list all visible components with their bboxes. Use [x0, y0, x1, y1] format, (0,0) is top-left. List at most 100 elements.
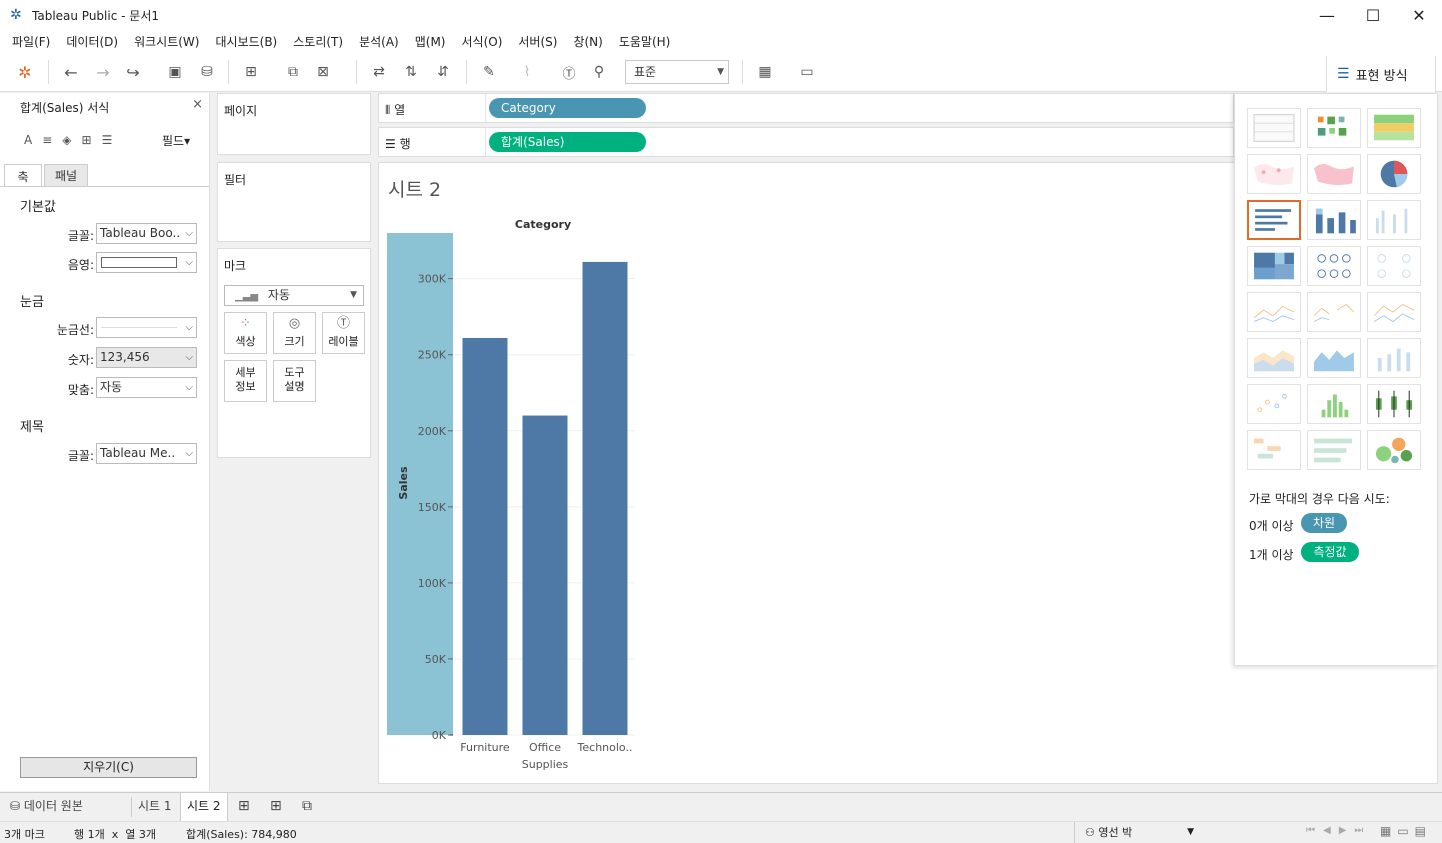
show-me-text-table-icon[interactable] [1247, 108, 1301, 148]
new-story-icon[interactable]: ⧉ [296, 793, 318, 821]
show-me-dual-combination-icon[interactable] [1367, 338, 1421, 378]
swap-icon[interactable]: ⇄ [368, 62, 390, 82]
columns-icon: ⦀ [385, 103, 395, 117]
menu-dashboard[interactable]: 대시보드(B) [207, 33, 285, 50]
numbers-select[interactable]: 123,456 ⌵ [96, 347, 197, 368]
sheet-tab-1[interactable]: 시트 1 [132, 793, 178, 821]
view-mode-icons[interactable]: ▦▭▤ [1380, 824, 1432, 838]
sort-ascending-icon[interactable]: ⇅ [400, 62, 422, 82]
detail-button[interactable]: 세부 정보 [224, 360, 267, 402]
size-button[interactable]: ◎ 크기 [273, 312, 316, 354]
tab-pane[interactable]: 패널 [44, 164, 88, 186]
font-select[interactable]: Tableau Boo.. ⌵ [96, 223, 197, 244]
menu-help[interactable]: 도움말(H) [611, 33, 679, 50]
show-me-box-whisker-icon[interactable] [1367, 384, 1421, 424]
show-me-symbol-map-icon[interactable] [1247, 154, 1301, 194]
menu-file[interactable]: 파일(F) [4, 33, 58, 50]
font-icon[interactable]: A [24, 133, 32, 147]
shading-icon[interactable]: ◈ [62, 133, 71, 147]
label-button[interactable]: Ⓣ 레이블 [322, 312, 365, 354]
show-me-filled-map-icon[interactable] [1307, 154, 1361, 194]
menu-format[interactable]: 서식(O) [454, 33, 511, 50]
show-me-dual-lines-icon[interactable] [1367, 292, 1421, 332]
start-page-icon[interactable]: ✲ [14, 62, 36, 82]
minimize-button[interactable]: — [1304, 0, 1350, 30]
sheet-navigation-icons[interactable]: ⏮◀▶⏭ [1306, 825, 1371, 836]
tooltip-button[interactable]: 도구 설명 [273, 360, 316, 402]
menu-story[interactable]: 스토리(T) [285, 33, 351, 50]
show-me-scatter-plot-icon[interactable] [1247, 384, 1301, 424]
y-tick-label: 50K [425, 653, 447, 666]
user-menu[interactable]: ⚇ 영선 박 ▼ [1074, 822, 1202, 843]
tick-line-select[interactable]: ⌵ [96, 317, 197, 338]
menu-window[interactable]: 창(N) [565, 33, 610, 50]
show-me-lines-continuous-icon[interactable] [1247, 292, 1301, 332]
pin-icon[interactable]: ⚲ [588, 62, 610, 82]
show-me-highlight-table-icon[interactable] [1367, 108, 1421, 148]
group-icon[interactable]: ⌇ [516, 62, 538, 82]
show-me-side-by-side-bars-icon[interactable] [1367, 200, 1421, 240]
alignment-icon[interactable]: ≡ [42, 133, 52, 147]
pages-card[interactable]: 페이지 [217, 93, 371, 155]
show-me-tab[interactable]: ☰ 표현 방식 [1326, 56, 1436, 92]
alignment-select[interactable]: 자동 ⌵ [96, 377, 197, 398]
show-me-area-continuous-icon[interactable] [1247, 338, 1301, 378]
columns-shelf[interactable]: ⦀ 열 Category [378, 93, 1234, 123]
fit-select[interactable]: 표준 ▼ [625, 60, 729, 84]
show-me-circle-views-icon[interactable] [1307, 246, 1361, 286]
rows-shelf[interactable]: ☰ 행 합계(Sales) [378, 127, 1234, 157]
menu-analysis[interactable]: 분석(A) [351, 33, 407, 50]
line-sample [101, 327, 177, 328]
close-icon[interactable]: × [192, 97, 203, 112]
show-me-gantt-chart-icon[interactable] [1247, 430, 1301, 470]
show-me-area-discrete-icon[interactable] [1307, 338, 1361, 378]
show-me-heat-map-icon[interactable] [1307, 108, 1361, 148]
show-me-lines-discrete-icon[interactable] [1307, 292, 1361, 332]
show-me-histogram-icon[interactable] [1307, 384, 1361, 424]
highlight-icon[interactable]: ✎ [478, 62, 500, 82]
menu-data[interactable]: 데이터(D) [58, 33, 126, 50]
new-dashboard-icon[interactable]: ⊞ [264, 793, 288, 821]
menu-map[interactable]: 맵(M) [407, 33, 454, 50]
field-dropdown[interactable]: 필드▾ [162, 132, 190, 149]
new-worksheet-icon[interactable]: ⊞ [240, 62, 262, 82]
new-worksheet-icon[interactable]: ⊞ [232, 793, 256, 821]
redo-icon[interactable]: → [92, 62, 114, 82]
tab-axis[interactable]: 축 [4, 164, 42, 187]
show-me-treemap-icon[interactable] [1247, 246, 1301, 286]
menu-server[interactable]: 서버(S) [510, 33, 565, 50]
show-me-horizontal-bars-icon[interactable] [1247, 200, 1301, 240]
color-button[interactable]: ⁘ 색상 [224, 312, 267, 354]
sheet-tab-2[interactable]: 시트 2 [180, 793, 228, 821]
show-cards-icon[interactable]: ▦ [754, 62, 776, 82]
menu-worksheet[interactable]: 워크시트(W) [126, 33, 207, 50]
sales-pill[interactable]: 합계(Sales) [489, 132, 646, 152]
show-me-hint: 가로 막대의 경우 다음 시도: [1249, 492, 1390, 506]
filters-card[interactable]: 필터 [217, 162, 371, 242]
save-icon[interactable]: ▣ [164, 62, 186, 82]
data-source-tab[interactable]: ⛁ 데이터 원본 [4, 793, 89, 821]
show-labels-icon[interactable]: Ⓣ [558, 62, 580, 82]
clear-button[interactable]: 지우기(C) [20, 757, 197, 778]
presentation-mode-icon[interactable]: ▭ [796, 62, 818, 82]
close-button[interactable]: ✕ [1396, 0, 1442, 30]
undo-icon[interactable]: ← [60, 62, 82, 82]
shading-select[interactable]: ⌵ [96, 252, 197, 273]
borders-icon[interactable]: ⊞ [82, 133, 92, 147]
duplicate-icon[interactable]: ⧉ [282, 62, 304, 82]
mark-type-select[interactable]: ▁▃▅ 자동 ▼ [224, 285, 364, 306]
show-me-pie-chart-icon[interactable] [1367, 154, 1421, 194]
show-me-bullet-graph-icon[interactable] [1307, 430, 1361, 470]
maximize-button[interactable]: ☐ [1350, 0, 1396, 30]
lines-icon[interactable]: ☰ [102, 133, 113, 147]
show-me-stacked-bars-icon[interactable] [1307, 200, 1361, 240]
new-data-source-icon[interactable]: ⛁ [196, 62, 218, 82]
category-pill[interactable]: Category [489, 98, 646, 118]
show-me-side-by-side-circles-icon[interactable] [1367, 246, 1421, 286]
tooltip-label-1: 도구 [284, 366, 305, 379]
sort-descending-icon[interactable]: ⇵ [432, 62, 454, 82]
replay-icon[interactable]: ↪ [122, 62, 144, 82]
clear-sheet-icon[interactable]: ⊠ [312, 62, 334, 82]
show-me-packed-bubbles-icon[interactable] [1367, 430, 1421, 470]
title-font-select[interactable]: Tableau Me.. ⌵ [96, 443, 197, 464]
